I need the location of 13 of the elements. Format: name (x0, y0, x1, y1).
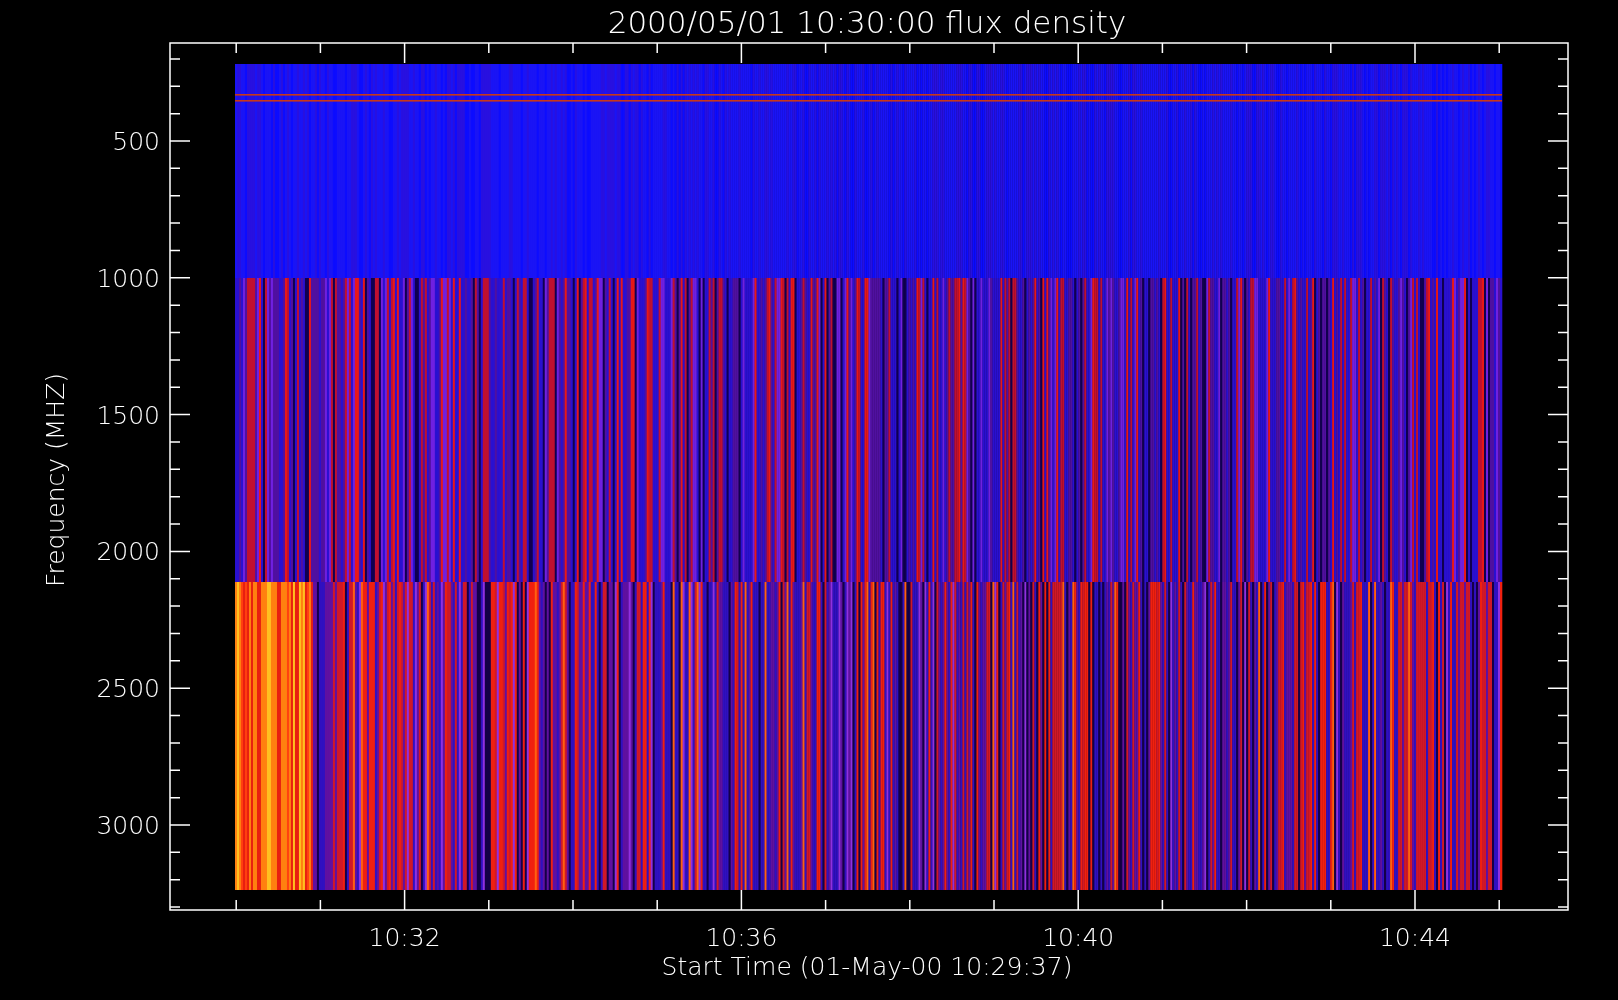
tick-label: 1000 (96, 263, 160, 293)
tick-label: 10:40 (1042, 923, 1115, 952)
tick-label: 500 (112, 127, 160, 156)
tick-label: 2500 (96, 674, 160, 704)
tick-label: 10:36 (705, 923, 778, 952)
tick-label: 2000 (96, 537, 160, 567)
axis-label: Frequency (MHZ) (41, 372, 70, 588)
tick-label: 3000 (96, 811, 160, 840)
tick-label: 10:44 (1379, 923, 1451, 952)
chart-title: 2000/05/01 10:30:00 flux density (607, 4, 1127, 40)
tick-label: 1500 (96, 400, 160, 430)
tick-label: 10:32 (368, 923, 441, 952)
axis-label: Start Time (01-May-00 10:29:37) (661, 952, 1073, 981)
